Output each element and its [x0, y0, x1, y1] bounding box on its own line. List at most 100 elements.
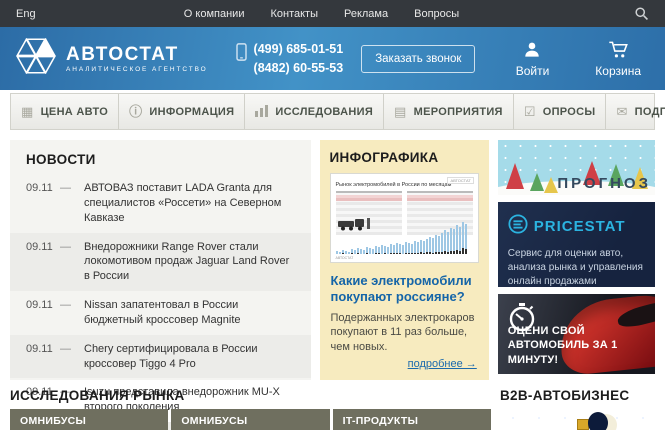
- search-icon[interactable]: [634, 6, 649, 21]
- nav-item-events[interactable]: ▤ МЕРОПРИЯТИЯ: [384, 94, 514, 129]
- main-content: НОВОСТИ 09.11 — АВТОВАЗ поставит LADA Gr…: [10, 140, 655, 380]
- phone-number-2[interactable]: (8482) 60-55-53: [254, 59, 344, 78]
- pricestat-text: Сервис для оценки авто, анализа рынка и …: [508, 247, 645, 287]
- tree-icon: [530, 173, 544, 191]
- infographic-title: ИНФОГРАФИКА: [330, 150, 479, 165]
- more-link[interactable]: подробнее →: [408, 358, 477, 370]
- autostat-logo[interactable]: АВТОСТАТ АНАЛИТИЧЕСКОЕ АГЕНТСТВО: [14, 38, 208, 79]
- tree-icon: [506, 163, 524, 189]
- infographic-panel: ИНФОГРАФИКА АВТОСТАТ Рынок электромобиле…: [320, 140, 489, 380]
- news-date: 09.11: [26, 240, 60, 285]
- menu-item-ads[interactable]: Реклама: [344, 8, 388, 20]
- main-nav: ▦ ЦЕНА АВТО ⓘ ИНФОРМАЦИЯ ИССЛЕДОВАНИЯ ▤ …: [10, 93, 655, 130]
- news-link[interactable]: Внедорожники Range Rover стали локомотив…: [84, 240, 295, 285]
- nav-label: ПОДПИСКА: [635, 106, 665, 118]
- market-research-section: ИССЛЕДОВАНИЯ РЫНКА ОМНИБУСЫ ОМНИБУСЫ IT-…: [10, 388, 491, 430]
- news-date: 09.11: [26, 342, 60, 372]
- infographic-body: Подержанных электрокаров покупают в 11 р…: [330, 311, 479, 354]
- nav-label: ОПРОСЫ: [543, 106, 596, 118]
- logo-text: АВТОСТАТ АНАЛИТИЧЕСКОЕ АГЕНТСТВО: [66, 45, 208, 73]
- nav-item-information[interactable]: ⓘ ИНФОРМАЦИЯ: [119, 94, 245, 129]
- news-row: 09.11 — Chery сертифицировала в России к…: [10, 335, 311, 379]
- pricestat-logo-row: PRICESTAT: [508, 214, 645, 239]
- tree-icon: [544, 177, 558, 193]
- pricestat-banner[interactable]: PRICESTAT Сервис для оценки авто, анализ…: [498, 202, 655, 287]
- news-dash: —: [60, 181, 84, 226]
- checkbox-icon: ☑: [524, 105, 536, 118]
- news-date: 09.11: [26, 181, 60, 226]
- news-dash: —: [60, 342, 84, 372]
- utility-menu: О компании Контакты Реклама Вопросы: [184, 8, 459, 20]
- b2b-title: B2B-АВТОБИЗНЕС: [500, 388, 655, 403]
- header-actions: Войти Корзина: [516, 40, 651, 78]
- user-icon: [522, 40, 542, 62]
- news-row: 09.11 — АВТОВАЗ поставит LADA Granta для…: [10, 174, 311, 233]
- more-row: подробнее →: [330, 354, 479, 372]
- menu-item-contacts[interactable]: Контакты: [270, 8, 318, 20]
- b2b-section: B2B-АВТОБИЗНЕС: [500, 388, 655, 430]
- news-dash: —: [60, 240, 84, 285]
- nav-item-subscription[interactable]: ✉ ПОДПИСКА: [606, 94, 665, 129]
- nav-item-surveys[interactable]: ☑ ОПРОСЫ: [514, 94, 607, 129]
- b2b-banner[interactable]: [500, 409, 655, 430]
- research-column-omnibus-1[interactable]: ОМНИБУСЫ: [10, 409, 168, 430]
- car-valuation-text: ОЦЕНИ СВОЙ АВТОМОБИЛЬ ЗА 1 МИНУТУ!: [508, 324, 643, 367]
- cart-label: Корзина: [595, 64, 641, 78]
- nav-label: МЕРОПРИЯТИЯ: [414, 106, 503, 118]
- nav-label: ЦЕНА АВТО: [41, 106, 109, 118]
- news-link[interactable]: Chery сертифицировала в России кроссовер…: [84, 342, 295, 372]
- calendar-icon: ▤: [394, 105, 407, 118]
- nav-label: ИССЛЕДОВАНИЯ: [275, 106, 373, 118]
- pricestat-brand: PRICESTAT: [534, 218, 626, 235]
- envelope-icon: ✉: [616, 105, 627, 118]
- news-row: 09.11 — Nissan запатентовал в России бюд…: [10, 291, 311, 335]
- login-label: Войти: [516, 64, 550, 78]
- info-icon: ⓘ: [129, 105, 142, 118]
- menu-item-about[interactable]: О компании: [184, 8, 245, 20]
- bar-chart-icon: [255, 105, 268, 119]
- crescent-moon-icon: [595, 414, 617, 430]
- bottom-section: ИССЛЕДОВАНИЯ РЫНКА ОМНИБУСЫ ОМНИБУСЫ IT-…: [10, 388, 655, 430]
- news-title: НОВОСТИ: [10, 140, 311, 174]
- forecast-label: ПРОГНОЗ: [557, 175, 651, 192]
- mini-bar-chart: [336, 220, 473, 254]
- logo-subtitle: АНАЛИТИЧЕСКОЕ АГЕНТСТВО: [66, 66, 208, 73]
- cart-button[interactable]: Корзина: [595, 40, 641, 78]
- news-dash: —: [60, 298, 84, 328]
- infographic-headline[interactable]: Какие электромобили покупают россияне?: [331, 273, 478, 306]
- nav-label: ИНФОРМАЦИЯ: [149, 106, 234, 118]
- main-header: АВТОСТАТ АНАЛИТИЧЕСКОЕ АГЕНТСТВО (499) 6…: [0, 27, 665, 90]
- logo-title: АВТОСТАТ: [66, 45, 208, 64]
- infographic-caption: АВТОСТАТ: [336, 256, 354, 260]
- top-utility-bar: Eng О компании Контакты Реклама Вопросы: [0, 0, 665, 27]
- news-link[interactable]: АВТОВАЗ поставит LADA Granta для специал…: [84, 181, 295, 226]
- news-row: 09.11 — Внедорожники Range Rover стали л…: [10, 233, 311, 292]
- phone-numbers: (499) 685-01-51 (8482) 60-55-53: [254, 40, 344, 78]
- cart-icon: [607, 40, 629, 62]
- research-title: ИССЛЕДОВАНИЯ РЫНКА: [10, 388, 491, 403]
- pricestat-logo-icon: [508, 214, 528, 239]
- sidebar: ПРОГНОЗ PRICESTAT Сервис для оценки авто…: [498, 140, 655, 380]
- grid-icon: ▦: [21, 105, 34, 118]
- news-panel: НОВОСТИ 09.11 — АВТОВАЗ поставит LADA Gr…: [10, 140, 311, 380]
- news-link[interactable]: Nissan запатентовал в России бюджетный к…: [84, 298, 295, 328]
- login-button[interactable]: Войти: [516, 40, 550, 78]
- research-column-it-products[interactable]: IT-ПРОДУКТЫ: [333, 409, 491, 430]
- phone-number-1[interactable]: (499) 685-01-51: [254, 40, 344, 59]
- infographic-image[interactable]: АВТОСТАТ Рынок электромобилей в России п…: [330, 173, 479, 263]
- nav-item-car-price[interactable]: ▦ ЦЕНА АВТО: [11, 94, 119, 129]
- phone-icon: [236, 43, 247, 66]
- language-switch[interactable]: Eng: [16, 8, 36, 20]
- forecast-banner[interactable]: ПРОГНОЗ: [498, 140, 655, 195]
- news-date: 09.11: [26, 298, 60, 328]
- car-valuation-banner[interactable]: ОЦЕНИ СВОЙ АВТОМОБИЛЬ ЗА 1 МИНУТУ!: [498, 294, 655, 374]
- autostat-logo-icon: [14, 38, 58, 79]
- menu-item-questions[interactable]: Вопросы: [414, 8, 459, 20]
- phone-block: (499) 685-01-51 (8482) 60-55-53: [236, 40, 344, 78]
- infographic-brand: АВТОСТАТ: [447, 177, 473, 184]
- nav-item-research[interactable]: ИССЛЕДОВАНИЯ: [245, 94, 384, 129]
- page: Eng О компании Контакты Реклама Вопросы: [0, 0, 665, 430]
- research-column-omnibus-2[interactable]: ОМНИБУСЫ: [171, 409, 329, 430]
- research-columns: ОМНИБУСЫ ОМНИБУСЫ IT-ПРОДУКТЫ: [10, 409, 491, 430]
- callback-button[interactable]: Заказать звонок: [361, 45, 475, 73]
